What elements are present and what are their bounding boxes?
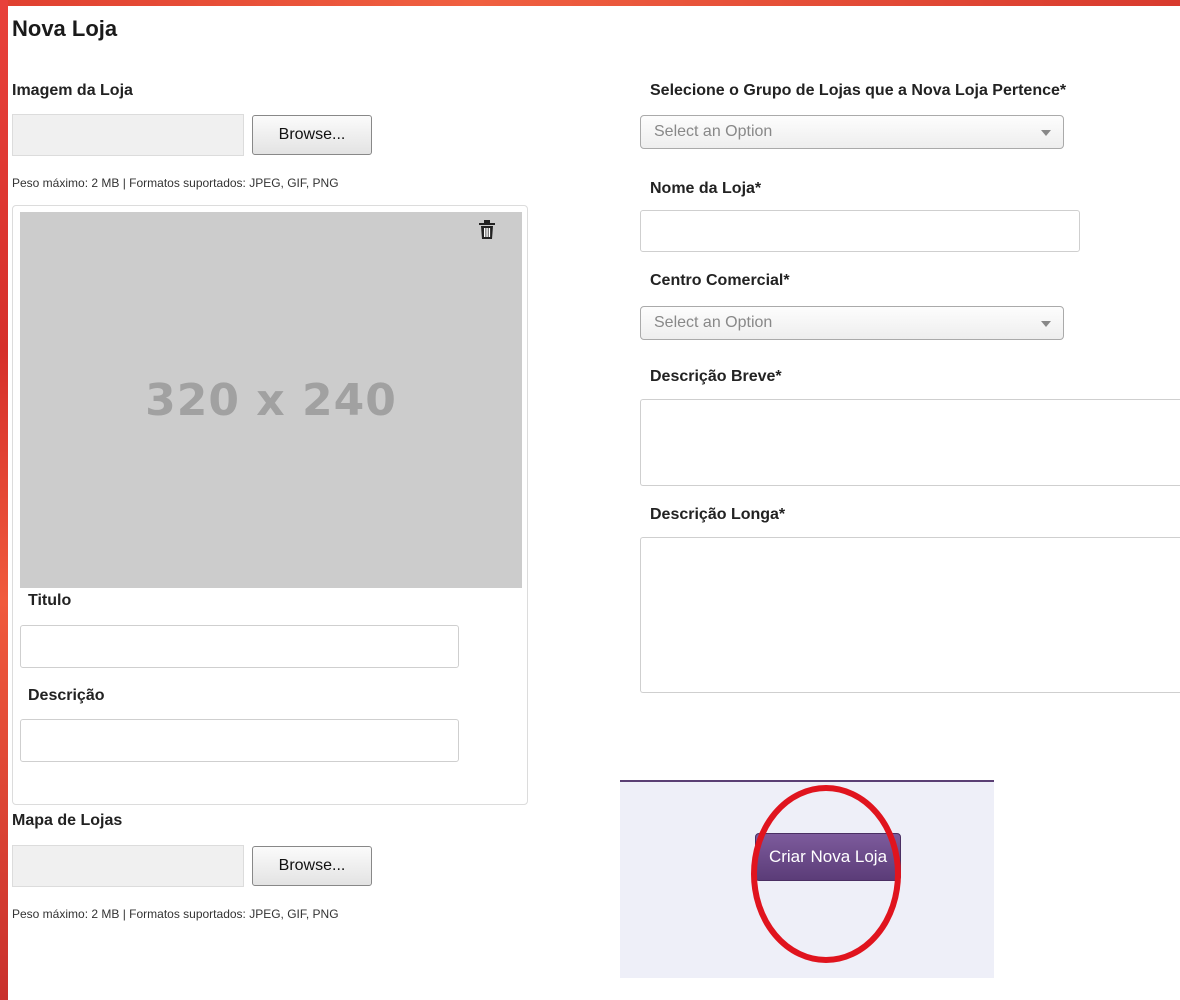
store-image-browse-button[interactable]: Browse... (252, 115, 372, 155)
mall-label: Centro Comercial* (650, 272, 790, 289)
store-image-preview: 320 x 240 (20, 212, 522, 588)
store-group-selected: Select an Option (654, 123, 773, 140)
chevron-down-icon (1041, 130, 1051, 136)
left-accent-strip (0, 0, 8, 1000)
store-map-label: Mapa de Lojas (12, 812, 123, 829)
short-description-label: Descrição Breve* (650, 368, 782, 385)
store-image-hint: Peso máximo: 2 MB | Formatos suportados:… (12, 176, 339, 190)
store-image-file-field[interactable] (12, 114, 244, 156)
highlight-circle-annotation (751, 785, 901, 963)
store-group-select[interactable]: Select an Option (640, 115, 1064, 149)
store-map-browse-button[interactable]: Browse... (252, 846, 372, 886)
store-name-input[interactable] (640, 210, 1080, 252)
short-description-textarea[interactable] (640, 399, 1180, 486)
long-description-label: Descrição Longa* (650, 506, 786, 523)
store-name-label: Nome da Loja* (650, 180, 762, 197)
store-map-file-field[interactable] (12, 845, 244, 887)
store-map-hint: Peso máximo: 2 MB | Formatos suportados:… (12, 907, 339, 921)
preview-placeholder-text: 320 x 240 (145, 374, 397, 426)
image-title-label: Titulo (28, 592, 72, 609)
image-description-label: Descrição (28, 687, 105, 704)
mall-selected: Select an Option (654, 314, 773, 331)
chevron-down-icon (1041, 321, 1051, 327)
store-image-label: Imagem da Loja (12, 82, 133, 99)
trash-icon[interactable] (478, 220, 496, 240)
store-group-label: Selecione o Grupo de Lojas que a Nova Lo… (650, 82, 1067, 99)
mall-select[interactable]: Select an Option (640, 306, 1064, 340)
long-description-textarea[interactable] (640, 537, 1180, 693)
image-title-input[interactable] (20, 625, 459, 668)
page-title: Nova Loja (12, 16, 118, 41)
image-description-input[interactable] (20, 719, 459, 762)
top-accent-strip (0, 0, 1180, 6)
